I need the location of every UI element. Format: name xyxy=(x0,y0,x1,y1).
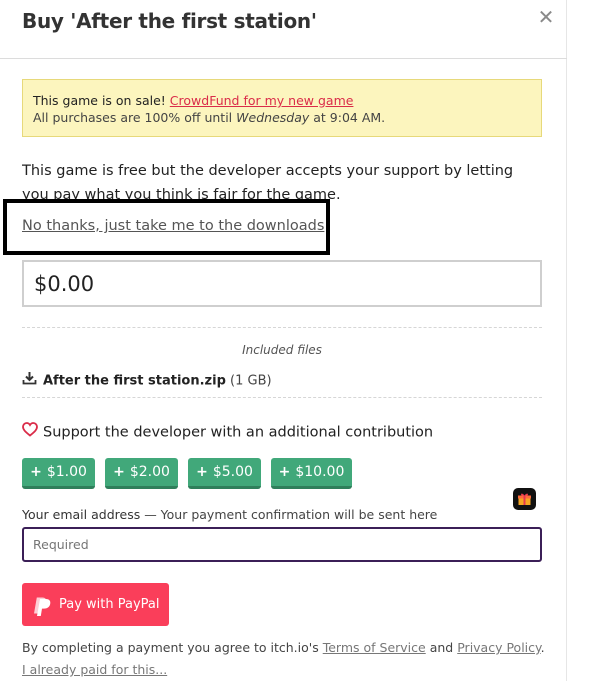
divider xyxy=(22,397,542,398)
divider xyxy=(22,327,542,328)
included-files-label: Included files xyxy=(242,343,322,357)
download-icon xyxy=(22,371,37,391)
sale-line2-suffix: at 9:04 AM. xyxy=(313,110,386,125)
already-paid-link[interactable]: I already paid for this... xyxy=(22,662,167,677)
plus-icon: + xyxy=(196,464,208,480)
contribute-10-button[interactable]: + $10.00 xyxy=(271,458,352,489)
file-name: After the first station.zip xyxy=(43,373,226,389)
email-field[interactable] xyxy=(22,527,542,562)
sale-banner: This game is on sale! CrowdFund for my n… xyxy=(22,79,542,137)
terms-prefix: By completing a payment you agree to itc… xyxy=(22,640,319,655)
contribute-label: $10.00 xyxy=(295,464,345,480)
buy-dialog: Buy 'After the first station' ✕ This gam… xyxy=(0,0,567,681)
gift-icon[interactable] xyxy=(513,488,536,510)
file-row[interactable]: After the first station.zip (1 GB) xyxy=(22,371,272,389)
sale-line-2: All purchases are 100% off until Wednesd… xyxy=(33,109,531,126)
paypal-label: Pay with PayPal xyxy=(59,597,160,612)
email-label-main: Your email address xyxy=(22,507,141,522)
contribute-label: $2.00 xyxy=(129,464,170,480)
close-icon[interactable]: ✕ xyxy=(536,5,556,29)
terms-suffix: . xyxy=(540,640,545,655)
terms-text: By completing a payment you agree to itc… xyxy=(22,640,545,655)
dialog-title: Buy 'After the first station' xyxy=(22,9,317,33)
no-thanks-link[interactable]: No thanks, just take me to the downloads xyxy=(22,218,324,234)
support-row: Support the developer with an additional… xyxy=(22,422,433,443)
dialog-header: Buy 'After the first station' ✕ xyxy=(0,0,567,59)
contribute-2-button[interactable]: + $2.00 xyxy=(105,458,178,489)
support-label: Support the developer with an additional… xyxy=(43,424,434,441)
terms-and: and xyxy=(429,640,454,655)
sale-line2-prefix: All purchases are 100% off until xyxy=(33,110,233,125)
plus-icon: + xyxy=(113,464,125,480)
paypal-icon xyxy=(31,593,53,636)
pay-with-paypal-button[interactable]: Pay with PayPal xyxy=(22,583,169,626)
privacy-policy-link[interactable]: Privacy Policy xyxy=(457,640,540,655)
plus-icon: + xyxy=(278,464,291,480)
heart-icon xyxy=(22,422,38,443)
terms-of-service-link[interactable]: Terms of Service xyxy=(323,640,426,655)
intro-text: This game is free but the developer acce… xyxy=(22,163,514,201)
contribute-label: $1.00 xyxy=(46,464,87,480)
email-label-hint: — Your payment confirmation will be sent… xyxy=(144,507,438,522)
contribute-1-button[interactable]: + $1.00 xyxy=(22,458,95,489)
plus-icon: + xyxy=(30,464,42,480)
crowdfund-link[interactable]: CrowdFund for my new game xyxy=(170,93,354,108)
sale-line-1: This game is on sale! CrowdFund for my n… xyxy=(33,92,531,109)
contribute-label: $5.00 xyxy=(212,464,253,480)
sale-day: Wednesday xyxy=(236,110,310,125)
price-input[interactable] xyxy=(22,260,542,307)
contribute-5-button[interactable]: + $5.00 xyxy=(188,458,261,489)
email-label: Your email address — Your payment confir… xyxy=(22,507,437,522)
sale-prefix: This game is on sale! xyxy=(33,93,166,108)
file-size: (1 GB) xyxy=(230,373,272,389)
